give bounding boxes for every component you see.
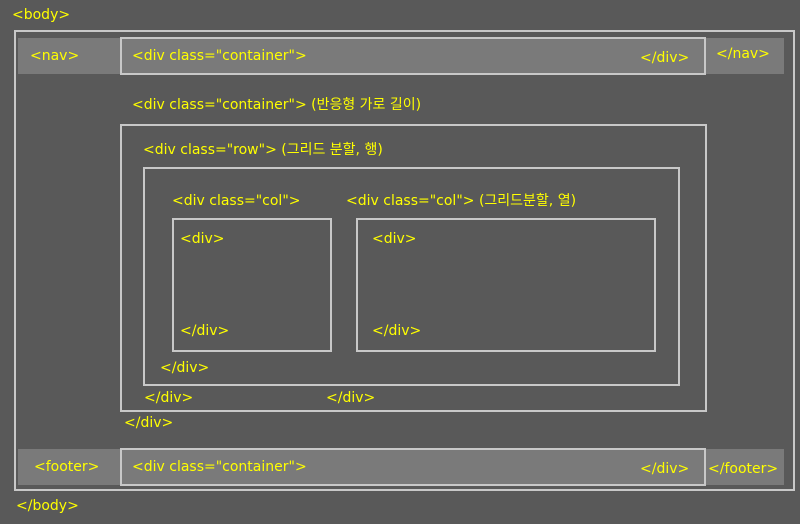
row-open-tag: <div class="row"> (그리드 분할, 행) <box>143 142 383 158</box>
body-close-tag: </body> <box>16 498 79 514</box>
main-container-open-tag: <div class="container"> (반응형 가로 길이) <box>132 97 422 113</box>
nav-close-tag: </nav> <box>716 46 770 62</box>
body-open-tag: <body> <box>12 7 71 23</box>
footer-close-tag: </footer> <box>708 461 779 477</box>
footer-open-tag: <footer> <box>34 459 100 475</box>
col2-open-tag: <div class="col"> (그리드분할, 열) <box>346 193 577 209</box>
col1-close-tag: </div> <box>160 360 210 376</box>
col2-inner-open-tag: <div> <box>372 231 417 247</box>
row-close-tag-left: </div> <box>144 390 194 406</box>
footer-container-close-tag: </div> <box>640 461 690 477</box>
col2-inner-close-tag: </div> <box>372 323 422 339</box>
nav-container-open-tag: <div class="container"> <box>132 48 307 64</box>
main-container-close-tag: </div> <box>124 415 174 431</box>
nav-container-close-tag: </div> <box>640 50 690 66</box>
col1-inner-close-tag: </div> <box>180 323 230 339</box>
footer-container-open-tag: <div class="container"> <box>132 459 307 475</box>
col1-inner-open-tag: <div> <box>180 231 225 247</box>
col1-open-tag: <div class="col"> <box>172 193 301 209</box>
row-close-tag-right: </div> <box>326 390 376 406</box>
nav-open-tag: <nav> <box>30 48 80 64</box>
